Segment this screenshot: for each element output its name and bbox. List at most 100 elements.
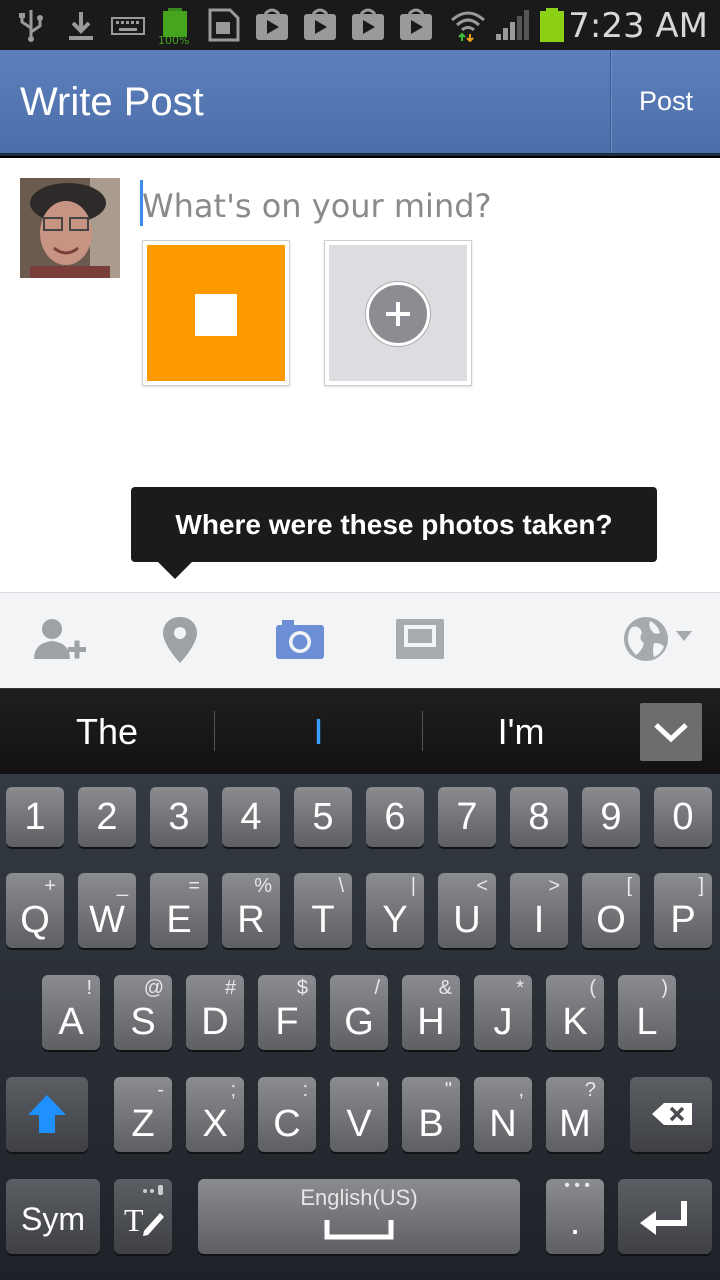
key-label: 4 — [240, 796, 262, 838]
play-store-icon — [352, 8, 384, 40]
key-b[interactable]: " B — [402, 1077, 460, 1152]
key-label: 0 — [672, 796, 694, 838]
key-label: 8 — [528, 796, 550, 838]
key-label: . — [569, 1201, 581, 1243]
key-h[interactable]: & H — [402, 975, 460, 1050]
key-r[interactable]: % R — [222, 873, 280, 948]
key-label: B — [418, 1103, 444, 1145]
key-alt-label: % — [254, 875, 272, 897]
key-8[interactable]: 8 — [510, 787, 568, 847]
sd-card-icon — [208, 8, 240, 42]
key-label: H — [417, 1001, 445, 1043]
page-title: Write Post — [20, 80, 204, 124]
key-alt-label: / — [374, 977, 380, 999]
key-label: G — [344, 1001, 374, 1043]
plus-icon — [366, 282, 430, 346]
key-f[interactable]: $ F — [258, 975, 316, 1050]
key-3[interactable]: 3 — [150, 787, 208, 847]
sym-key[interactable]: Sym — [6, 1179, 100, 1254]
key-d[interactable]: # D — [186, 975, 244, 1050]
key-5[interactable]: 5 — [294, 787, 352, 847]
key-a[interactable]: ! A — [42, 975, 100, 1050]
key-v[interactable]: ' V — [330, 1077, 388, 1152]
key-alt-label: [ — [626, 875, 632, 897]
suggestion-item[interactable]: I — [215, 689, 422, 775]
download-icon — [69, 12, 93, 40]
enter-key[interactable] — [618, 1179, 712, 1254]
keyboard: 1 2 3 4 5 6 7 8 9 0 + Q _ W = E % R \ T | Y < U… — [0, 774, 720, 1280]
space-key[interactable]: English(US) — [198, 1179, 520, 1254]
key-m[interactable]: ? M — [546, 1077, 604, 1152]
key-i[interactable]: > I — [510, 873, 568, 948]
backspace-key[interactable] — [630, 1077, 712, 1152]
space-key-label: English(US) — [300, 1185, 418, 1210]
key-x[interactable]: ; X — [186, 1077, 244, 1152]
key-t[interactable]: \ T — [294, 873, 352, 948]
key-2[interactable]: 2 — [78, 787, 136, 847]
status-bar: 100% 7:23 AM — [0, 0, 720, 50]
key-6[interactable]: 6 — [366, 787, 424, 847]
key-alt-label: _ — [116, 875, 128, 897]
location-pin-icon[interactable] — [160, 615, 200, 667]
key-c[interactable]: :C — [258, 1077, 316, 1152]
key-l[interactable]: ) L — [618, 975, 676, 1050]
key-j[interactable]: * J — [474, 975, 532, 1050]
key-7[interactable]: 7 — [438, 787, 496, 847]
location-tooltip[interactable]: Where were these photos taken? — [131, 487, 657, 562]
key-label: T — [311, 899, 335, 941]
period-key[interactable]: • • • . — [546, 1177, 604, 1254]
key-g[interactable]: / G — [330, 975, 388, 1050]
key-label: Y — [382, 899, 408, 941]
status-input[interactable] — [142, 182, 702, 230]
tag-people-icon[interactable] — [32, 615, 88, 665]
key-alt-label: ] — [698, 875, 704, 897]
key-o[interactable]: [O — [582, 873, 640, 948]
key-k[interactable]: (K — [546, 975, 604, 1050]
text-settings-key[interactable]: T — [114, 1179, 172, 1254]
key-9[interactable]: 9 — [582, 787, 640, 847]
key-alt-label: ' — [376, 1079, 380, 1101]
tooltip-arrow — [158, 562, 192, 579]
handwriting-icon: T — [124, 1185, 164, 1238]
collapse-suggestions-button[interactable] — [640, 703, 702, 761]
privacy-selector[interactable] — [622, 615, 702, 665]
key-label: S — [130, 1001, 156, 1043]
more-dots-icon: • • • — [564, 1177, 590, 1194]
app-bar: Write Post Post — [0, 50, 720, 156]
key-y[interactable]: | Y — [366, 873, 424, 948]
suggestion-bar: The I I'm — [0, 688, 720, 774]
key-u[interactable]: < U — [438, 873, 496, 948]
suggestion-item[interactable]: The — [0, 689, 214, 775]
key-1[interactable]: 1 — [6, 787, 64, 847]
svg-text:T: T — [124, 1202, 144, 1238]
key-n[interactable]: ,N — [474, 1077, 532, 1152]
key-label: Z — [131, 1103, 155, 1145]
key-alt-label: - — [157, 1079, 164, 1101]
key-z[interactable]: -Z — [114, 1077, 172, 1152]
key-alt-label: * — [516, 977, 524, 999]
add-photo-button[interactable] — [324, 240, 472, 386]
key-p[interactable]: ] P — [654, 873, 712, 948]
key-label: U — [453, 899, 481, 941]
key-q[interactable]: + Q — [6, 873, 64, 948]
photo-thumbnail[interactable] — [142, 240, 290, 386]
signal-icon — [496, 10, 529, 40]
key-w[interactable]: _ W — [78, 873, 136, 948]
photo-album-icon[interactable] — [394, 615, 446, 663]
post-button[interactable]: Post — [612, 50, 720, 153]
shift-key[interactable] — [6, 1077, 88, 1152]
key-alt-label: # — [224, 977, 236, 999]
key-label: 2 — [96, 796, 118, 838]
key-4[interactable]: 4 — [222, 787, 280, 847]
key-alt-label: : — [302, 1079, 308, 1101]
play-store-icon — [256, 8, 288, 40]
suggestion-item[interactable]: I'm — [423, 689, 619, 775]
key-alt-label: | — [410, 875, 416, 897]
key-0[interactable]: 0 — [654, 787, 712, 847]
camera-icon[interactable] — [274, 615, 326, 663]
key-e[interactable]: = E — [150, 873, 208, 948]
key-s[interactable]: @ S — [114, 975, 172, 1050]
key-alt-label: < — [476, 875, 488, 897]
battery-icon — [540, 8, 564, 42]
tooltip-text: Where were these photos taken? — [175, 508, 613, 540]
